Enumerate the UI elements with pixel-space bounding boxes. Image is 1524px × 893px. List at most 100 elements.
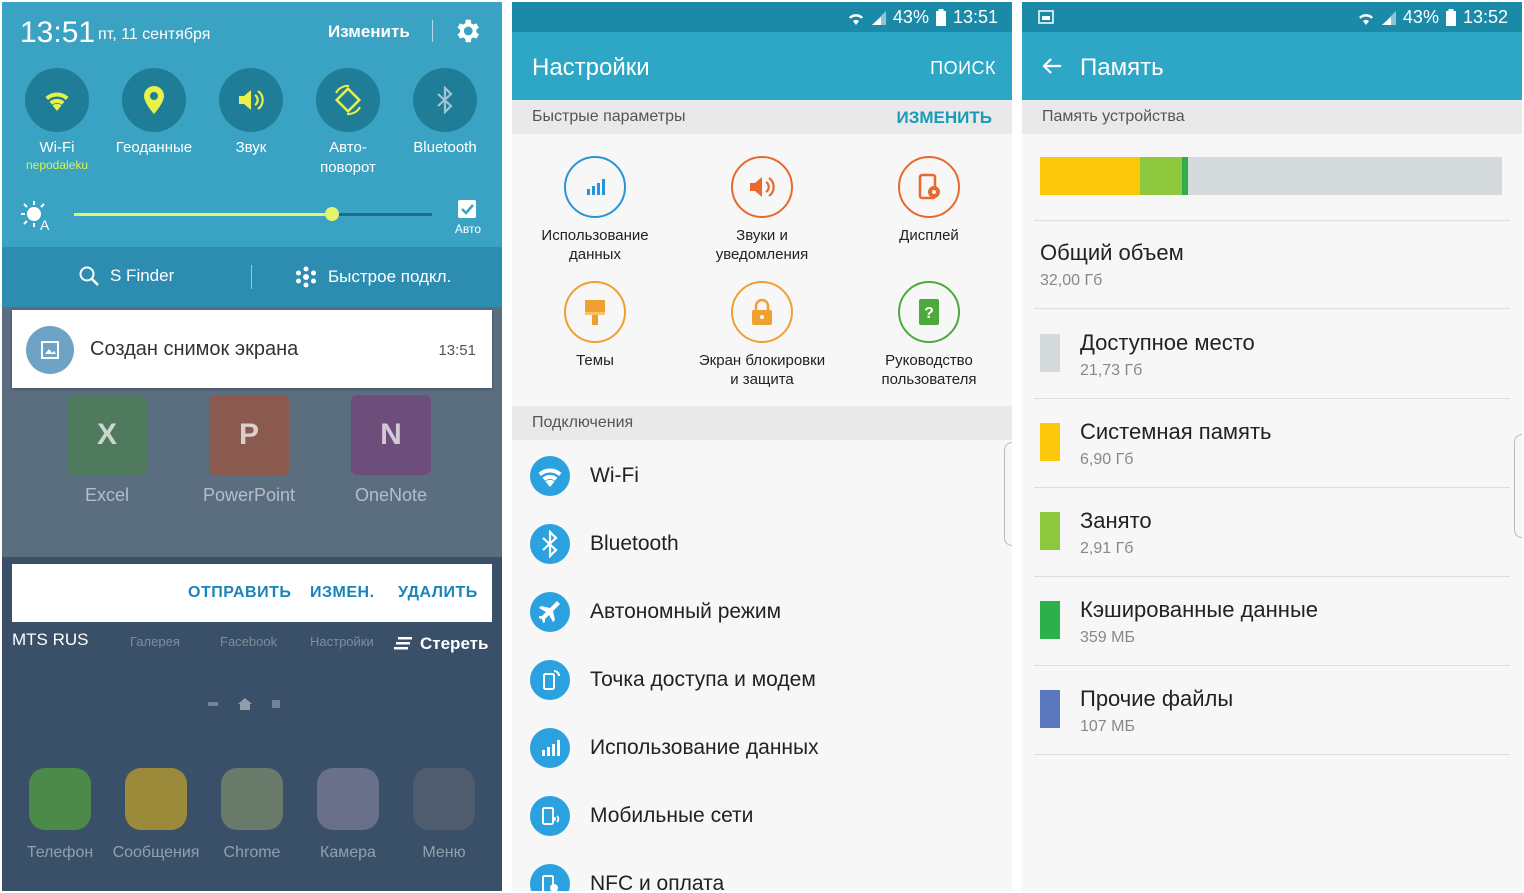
divider (432, 20, 433, 42)
memory-item-0[interactable]: Доступное место 21,73 Гб (1022, 310, 1522, 398)
back-arrow-icon[interactable] (1040, 54, 1064, 78)
app-label: Сообщения (112, 844, 200, 861)
wifi-status-icon (1358, 13, 1373, 25)
gear-icon[interactable] (452, 16, 482, 46)
auto-brightness-checkbox[interactable] (456, 199, 480, 219)
quick-setting-label: Темы (576, 352, 614, 369)
app-bar: Настройки ПОИСК (512, 32, 1012, 100)
share-button[interactable]: ОТПРАВИТЬ (188, 584, 291, 602)
brightness-slider[interactable] (74, 207, 432, 221)
wifi-icon (25, 68, 89, 132)
memory-bar-segment (1139, 157, 1182, 195)
memory-item-label: Кэшированные данные (1080, 597, 1319, 622)
settings-row-data-usage[interactable]: Использование данных (512, 714, 1012, 782)
date: пт, 11 сентября (98, 26, 211, 43)
edge-panel-handle[interactable] (1514, 434, 1522, 538)
clear-icon (394, 637, 412, 650)
status-time: 13:52 (1462, 7, 1508, 27)
quick-tile-sound[interactable]: Звук (206, 68, 296, 158)
memory-item-2[interactable]: Занято 2,91 Гб (1022, 488, 1522, 576)
quick-setting-label: Руководство пользователя (881, 352, 977, 388)
clear-all-button[interactable]: Стереть (394, 634, 488, 654)
divider (251, 265, 252, 289)
quick-connect-button[interactable]: Быстрое подкл. (294, 265, 451, 289)
s-finder-label: S Finder (110, 266, 175, 285)
settings-row-label: Мобильные сети (590, 804, 754, 827)
sound-icon (731, 156, 793, 218)
settings-row-airplane[interactable]: Автономный режим (512, 578, 1012, 646)
section-title: Память устройства (1042, 108, 1185, 125)
brightness-slider-fill (74, 213, 332, 216)
location-icon (122, 68, 186, 132)
device-memory-section-header: Память устройства (1022, 100, 1522, 134)
mobile-network-icon (530, 796, 570, 836)
quick-setting-5[interactable]: ? Руководство пользователя (844, 281, 1012, 389)
memory-item-value: 6,90 Гб (1080, 451, 1134, 468)
connections-section-header: Подключения (512, 406, 1012, 440)
app-icon: X (67, 395, 147, 475)
settings-row-label: Использование данных (590, 736, 819, 759)
settings-row-label: Автономный режим (590, 600, 782, 623)
app-label: Меню (422, 844, 466, 861)
tile-label: Звук (235, 139, 267, 156)
quick-setting-2[interactable]: Дисплей (844, 156, 1012, 245)
settings-row-label: Bluetooth (590, 532, 679, 555)
page-title: Настройки (532, 54, 650, 81)
page-title: Память (1080, 54, 1164, 81)
quick-connect-icon (296, 266, 316, 288)
brightness-slider-handle[interactable] (324, 207, 339, 221)
status-bar: 43% 13:51 (512, 2, 1012, 32)
edge-panel-handle[interactable] (1004, 442, 1012, 546)
battery-icon (935, 8, 946, 26)
settings-row-bluetooth[interactable]: Bluetooth (512, 510, 1012, 578)
hotspot-icon (530, 660, 570, 700)
app-icon: P (209, 395, 289, 475)
memory-item-1[interactable]: Системная память 6,90 Гб (1022, 399, 1522, 487)
quick-tile-wifi[interactable]: Wi-Fi nepodaleku (12, 68, 102, 172)
quick-setting-label: Экран блокировки и защита (698, 352, 826, 388)
notification-actions: ОТПРАВИТЬ ИЗМЕН. УДАЛИТЬ (12, 564, 492, 622)
data-usage-icon (530, 728, 570, 768)
memory-item-4[interactable]: Прочие файлы 107 МБ (1022, 666, 1522, 754)
svg-text:A: A (40, 217, 50, 232)
edit-quick-settings-button[interactable]: Изменить (328, 22, 410, 42)
quick-setting-4[interactable]: Экран блокировки и защита (677, 281, 847, 389)
edit-quick-settings-button[interactable]: ИЗМЕНИТЬ (897, 108, 992, 128)
bluetooth-icon (530, 524, 570, 564)
tile-label: Авто- поворот (320, 139, 376, 176)
settings-row-hotspot[interactable]: Точка доступа и модем (512, 646, 1012, 714)
settings-row-nfc[interactable]: NFC и оплата (512, 850, 1012, 891)
bluetooth-icon (413, 68, 477, 132)
quick-tile-location[interactable]: Геоданные (109, 68, 199, 158)
memory-item-label: Прочие файлы (1080, 686, 1234, 711)
memory-item-value: 2,91 Гб (1080, 540, 1134, 557)
theme-brush-icon (564, 281, 626, 343)
s-finder-button[interactable]: S Finder (78, 265, 174, 287)
settings-row-label: Wi-Fi (590, 464, 639, 487)
memory-item-3[interactable]: Кэшированные данные 359 МБ (1022, 577, 1522, 665)
settings-row-mobile-network[interactable]: Мобильные сети (512, 782, 1012, 850)
delete-button[interactable]: УДАЛИТЬ (398, 584, 478, 602)
memory-item-label: Доступное место (1080, 330, 1255, 355)
color-swatch (1040, 512, 1060, 550)
memory-screen: 43% 13:52 Память Память устройства Общий… (1022, 2, 1522, 891)
app-icon: N (351, 395, 431, 475)
edit-button[interactable]: ИЗМЕН. (310, 584, 375, 602)
screenshot-notification[interactable]: Создан снимок экрана 13:51 (12, 310, 492, 388)
dock-app-2: Chrome (204, 768, 300, 862)
quick-tile-rotate[interactable]: Авто- поворот (303, 68, 393, 178)
settings-row-wifi[interactable]: Wi-Fi (512, 442, 1012, 510)
quick-tile-bluetooth[interactable]: Bluetooth (400, 68, 490, 158)
screenshot-status-icon (1038, 10, 1054, 24)
dock-app-1: Сообщения (108, 768, 204, 862)
quick-setting-0[interactable]: Использование данных (512, 156, 680, 264)
app-label: Телефон (26, 844, 94, 861)
memory-bar-segment (1188, 157, 1502, 195)
total-memory: Общий объем 32,00 Гб (1040, 240, 1184, 290)
search-button[interactable]: ПОИСК (930, 58, 996, 79)
quick-setting-1[interactable]: Звуки и уведомления (677, 156, 847, 264)
carrier-label: MTS RUS (12, 630, 89, 649)
app-icon (29, 768, 91, 830)
dock-app-3: Камера (300, 768, 396, 862)
quick-setting-3[interactable]: Темы (512, 281, 680, 370)
